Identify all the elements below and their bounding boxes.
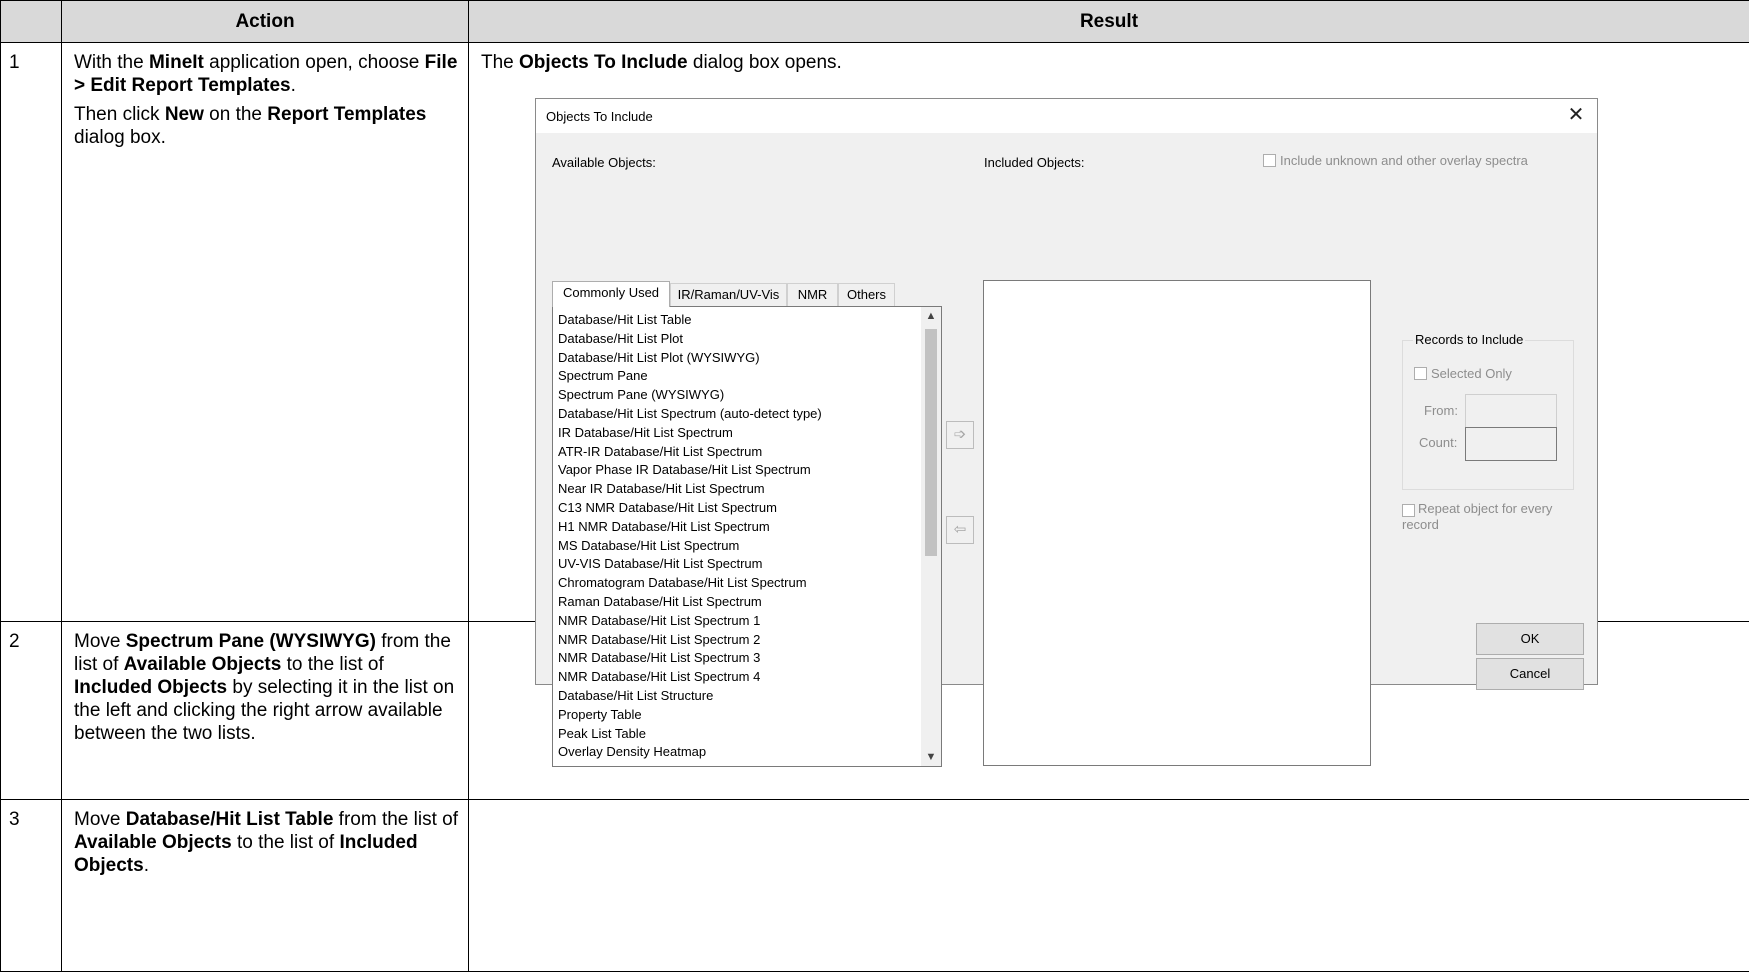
step-action: With the MineIt application open, choose… — [62, 43, 469, 622]
step-number: 3 — [1, 800, 62, 972]
selected-only-checkbox[interactable]: Selected Only — [1414, 366, 1512, 381]
list-item[interactable]: Database/Hit List Plot (WYSIWYG) — [558, 349, 918, 368]
list-item[interactable]: Database/Hit List Structure — [558, 687, 918, 706]
list-item[interactable]: Property Table — [558, 706, 918, 725]
list-item[interactable]: Peak List Table — [558, 725, 918, 744]
list-item[interactable]: Spectrum Pane — [558, 367, 918, 386]
list-item[interactable]: IR Database/Hit List Spectrum — [558, 424, 918, 443]
remove-object-button[interactable]: ⇦ — [946, 516, 974, 544]
list-item[interactable]: NMR Database/Hit List Spectrum 4 — [558, 668, 918, 687]
list-item[interactable]: Chromatogram Database/Hit List Spectrum — [558, 574, 918, 593]
available-items: Database/Hit List TableDatabase/Hit List… — [558, 311, 918, 762]
include-unknown-checkbox[interactable]: Include unknown and other overlay spectr… — [1263, 153, 1528, 168]
records-to-include-group: Records to Include Selected Only From: C… — [1402, 340, 1574, 490]
list-item[interactable]: H1 NMR Database/Hit List Spectrum — [558, 518, 918, 537]
step-action: Move Database/Hit List Table from the li… — [62, 800, 469, 972]
checkbox-icon — [1402, 504, 1415, 517]
action-paragraph: Move Database/Hit List Table from the li… — [74, 808, 458, 877]
table-row: 3 Move Database/Hit List Table from the … — [1, 800, 1749, 972]
step-result — [469, 800, 1749, 972]
scroll-down-icon[interactable]: ▼ — [921, 748, 941, 766]
close-icon[interactable]: ✕ — [1565, 104, 1587, 126]
included-objects-list[interactable] — [983, 280, 1371, 766]
list-item[interactable]: Spectrum Pane (WYSIWYG) — [558, 386, 918, 405]
list-item[interactable]: ATR-IR Database/Hit List Spectrum — [558, 443, 918, 462]
tab-others[interactable]: Others — [838, 283, 895, 307]
header-result: Result — [469, 1, 1749, 43]
list-item[interactable]: Database/Hit List Table — [558, 311, 918, 330]
list-item[interactable]: Database/Hit List Spectrum (auto-detect … — [558, 405, 918, 424]
action-paragraph: Then click New on the Report Templates d… — [74, 103, 458, 149]
records-group-title: Records to Include — [1413, 332, 1525, 347]
step-action: Move Spectrum Pane (WYSIWYG) from the li… — [62, 622, 469, 800]
dialog-titlebar: Objects To Include ✕ — [536, 99, 1597, 133]
available-objects-label: Available Objects: — [552, 155, 656, 170]
ok-button[interactable]: OK — [1476, 623, 1584, 655]
count-field[interactable] — [1465, 427, 1557, 461]
repeat-object-checkbox[interactable]: Repeat object for every record — [1402, 501, 1574, 533]
list-item[interactable]: Vapor Phase IR Database/Hit List Spectru… — [558, 461, 918, 480]
available-objects-list[interactable]: Database/Hit List TableDatabase/Hit List… — [552, 306, 942, 767]
list-item[interactable]: NMR Database/Hit List Spectrum 1 — [558, 612, 918, 631]
count-label: Count: — [1419, 435, 1457, 450]
list-item[interactable]: Raman Database/Hit List Spectrum — [558, 593, 918, 612]
step-number: 2 — [1, 622, 62, 800]
header-row: Action Result — [1, 1, 1749, 43]
repeat-object-label: Repeat object for every record — [1402, 501, 1552, 532]
dialog-title: Objects To Include — [546, 109, 653, 124]
action-paragraph: Move Spectrum Pane (WYSIWYG) from the li… — [74, 630, 458, 745]
checkbox-icon — [1414, 367, 1427, 380]
tab-ir-raman-uv-vis[interactable]: IR/Raman/UV-Vis — [670, 283, 787, 307]
from-label: From: — [1424, 403, 1458, 418]
list-item[interactable]: Overlay Density Heatmap — [558, 743, 918, 762]
selected-only-label: Selected Only — [1431, 366, 1512, 381]
right-arrow-icon: ➩ — [954, 426, 967, 443]
add-object-button[interactable]: ➩ — [946, 421, 974, 449]
left-arrow-icon: ⇦ — [954, 521, 967, 538]
list-item[interactable]: NMR Database/Hit List Spectrum 2 — [558, 631, 918, 650]
tab-nmr[interactable]: NMR — [787, 283, 838, 307]
from-field[interactable] — [1465, 394, 1557, 428]
list-item[interactable]: MS Database/Hit List Spectrum — [558, 537, 918, 556]
cancel-button[interactable]: Cancel — [1476, 658, 1584, 690]
scroll-thumb[interactable] — [925, 329, 937, 556]
step-number: 1 — [1, 43, 62, 622]
list-item[interactable]: NMR Database/Hit List Spectrum 3 — [558, 649, 918, 668]
list-item[interactable]: C13 NMR Database/Hit List Spectrum — [558, 499, 918, 518]
list-item[interactable]: Database/Hit List Plot — [558, 330, 918, 349]
include-unknown-label: Include unknown and other overlay spectr… — [1280, 153, 1528, 168]
scroll-up-icon[interactable]: ▲ — [921, 307, 941, 325]
list-scrollbar[interactable]: ▲ ▼ — [921, 307, 941, 766]
action-paragraph: With the MineIt application open, choose… — [74, 51, 458, 97]
checkbox-icon — [1263, 154, 1276, 167]
result-text: The Objects To Include dialog box opens. — [481, 51, 1739, 75]
tab-commonly-used[interactable]: Commonly Used — [552, 281, 670, 307]
list-item[interactable]: UV-VIS Database/Hit List Spectrum — [558, 555, 918, 574]
list-item[interactable]: Near IR Database/Hit List Spectrum — [558, 480, 918, 499]
objects-to-include-dialog: Objects To Include ✕ Available Objects: … — [535, 98, 1598, 685]
included-objects-label: Included Objects: — [984, 155, 1084, 170]
header-action: Action — [62, 1, 469, 43]
header-num — [1, 1, 62, 43]
